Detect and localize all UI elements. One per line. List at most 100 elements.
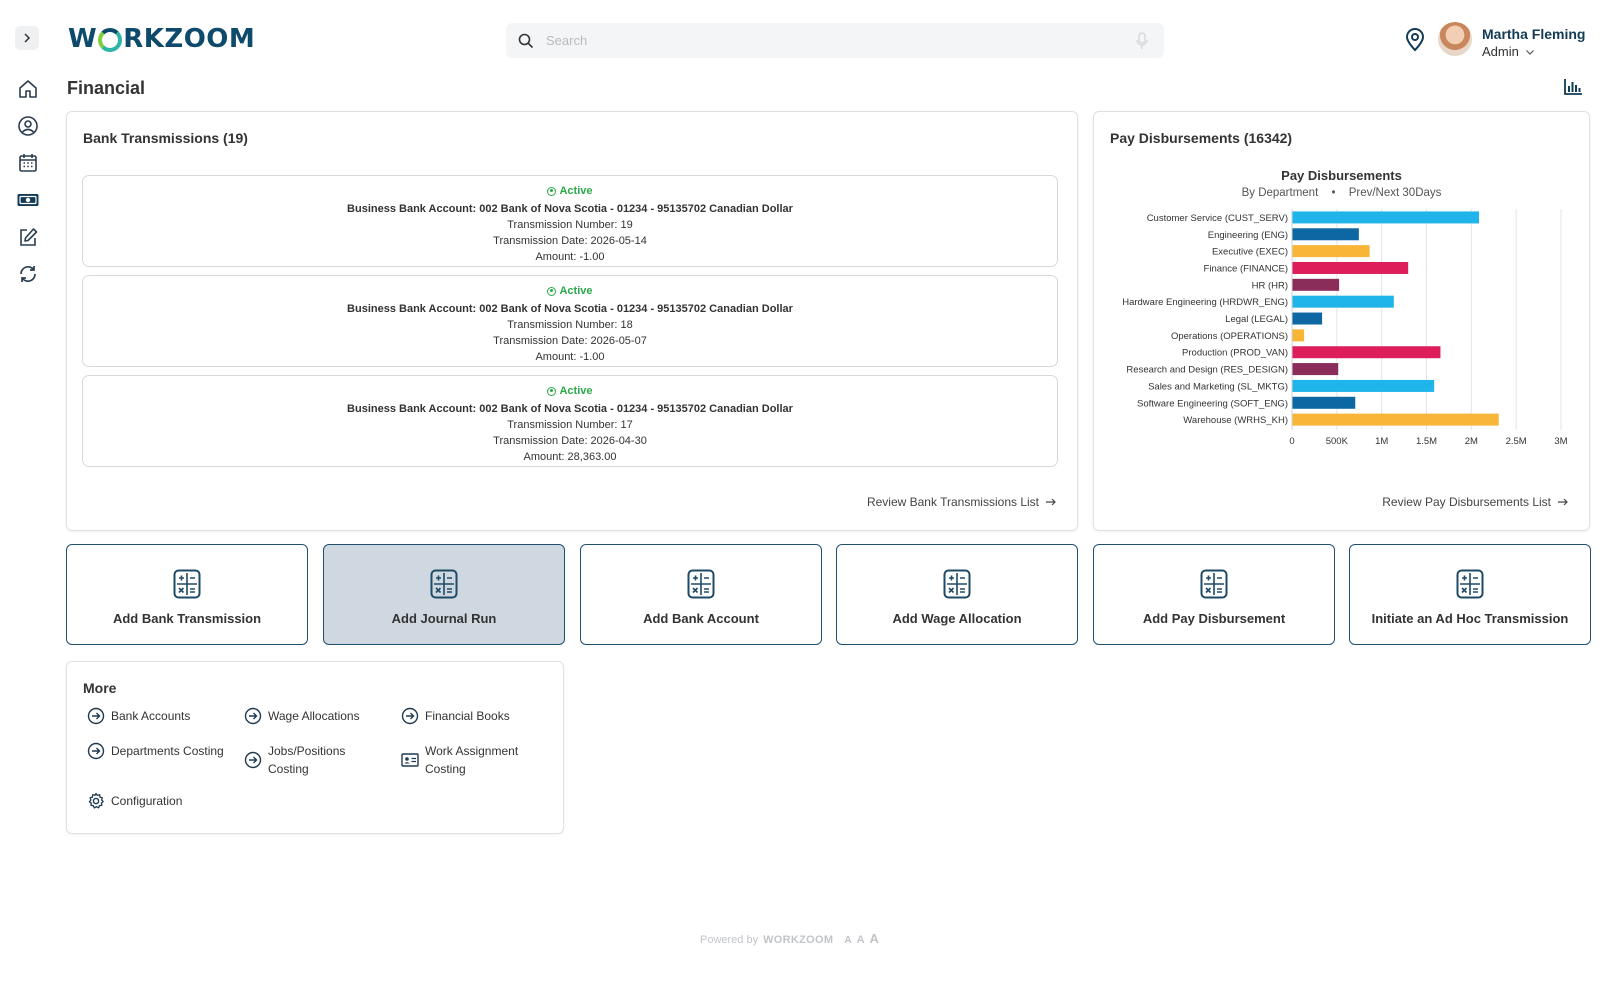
footer-brand: WORKZOOM <box>763 934 834 946</box>
home-icon <box>19 80 37 98</box>
bank-transmissions-title: Bank Transmissions (19) <box>83 130 248 146</box>
sidebar-item-sync[interactable] <box>16 262 40 286</box>
y-category-label: Production (PROD_VAN) <box>1182 348 1288 359</box>
font-size-large-button[interactable]: A <box>870 931 879 946</box>
chart-bar[interactable] <box>1292 245 1370 258</box>
more-link-wage-allocations[interactable]: Wage Allocations <box>244 707 360 725</box>
transmission-date: Transmission Date: 2026-05-14 <box>493 234 647 247</box>
arrow-circle-right-icon <box>87 742 105 760</box>
chart-bar[interactable] <box>1292 312 1323 325</box>
gear-icon <box>88 792 104 809</box>
user-role: Admin <box>1482 44 1519 59</box>
logo-text-left: W <box>68 24 98 54</box>
user-name[interactable]: Martha Fleming <box>1482 26 1585 42</box>
logo-o-mark <box>98 28 123 52</box>
chart-bar[interactable] <box>1292 346 1441 359</box>
more-link-configuration[interactable]: Configuration <box>87 792 182 810</box>
y-category-label: Engineering (ENG) <box>1208 230 1288 241</box>
sidebar-item-home[interactable] <box>16 77 40 101</box>
y-category-label: Research and Design (RES_DESIGN) <box>1126 365 1288 376</box>
money-icon <box>17 194 39 206</box>
transmission-account: Business Bank Account: 002 Bank of Nova … <box>347 202 793 215</box>
chart-bar[interactable] <box>1292 329 1305 342</box>
chart-bar[interactable] <box>1292 396 1356 409</box>
font-size-medium-button[interactable]: A <box>857 934 865 946</box>
x-tick-label: 500K <box>1326 436 1349 447</box>
initiate-ad-hoc-transmission-button[interactable]: Initiate an Ad Hoc Transmission <box>1349 544 1591 645</box>
add-wage-allocation-button[interactable]: Add Wage Allocation <box>836 544 1078 645</box>
calculator-icon <box>687 569 715 599</box>
x-tick-label: 1M <box>1375 436 1388 447</box>
chevron-right-icon <box>24 33 31 43</box>
chart-bar[interactable] <box>1292 261 1409 274</box>
chart-bar[interactable] <box>1292 211 1480 224</box>
x-tick-label: 2.5M <box>1506 436 1527 447</box>
y-category-label: Hardware Engineering (HRDWR_ENG) <box>1122 297 1288 308</box>
calculator-icon <box>173 569 201 599</box>
y-category-label: Legal (LEGAL) <box>1225 314 1288 325</box>
chart-bar[interactable] <box>1292 228 1359 241</box>
status-dot-icon <box>547 186 557 196</box>
microphone-icon[interactable] <box>1136 32 1148 50</box>
sidebar-item-edit[interactable] <box>16 225 40 249</box>
sidebar-item-calendar[interactable] <box>16 151 40 175</box>
edit-icon <box>20 228 38 246</box>
chart-bar[interactable] <box>1292 379 1435 392</box>
review-pay-disbursements-link[interactable]: Review Pay Disbursements List <box>1382 495 1569 509</box>
footer: Powered by WORKZOOM A A A <box>700 931 879 946</box>
avatar[interactable] <box>1438 22 1472 56</box>
calculator-icon <box>943 569 971 599</box>
arrow-circle-right-icon <box>244 751 262 769</box>
action-label: Add Wage Allocation <box>892 611 1022 626</box>
y-category-label: Sales and Marketing (SL_MKTG) <box>1148 381 1288 392</box>
arrow-right-icon <box>1046 498 1056 506</box>
transmission-item[interactable]: Active Business Bank Account: 002 Bank o… <box>82 275 1058 367</box>
sidebar-expand-button[interactable] <box>15 26 39 50</box>
status-dot-icon <box>547 386 557 396</box>
font-size-small-button[interactable]: A <box>844 935 851 946</box>
add-bank-account-button[interactable]: Add Bank Account <box>580 544 822 645</box>
workzoom-logo[interactable]: W RKZOOM <box>68 24 255 54</box>
calculator-icon <box>1456 569 1484 599</box>
transmission-number: Transmission Number: 18 <box>507 318 633 331</box>
more-link-departments-costing[interactable]: Departments Costing <box>87 742 224 760</box>
more-link-financial-books[interactable]: Financial Books <box>401 707 510 725</box>
action-label: Add Bank Transmission <box>112 611 262 626</box>
location-pin-icon[interactable] <box>1405 28 1425 52</box>
add-journal-run-button[interactable]: Add Journal Run <box>323 544 565 645</box>
transmission-item[interactable]: Active Business Bank Account: 002 Bank o… <box>82 175 1058 267</box>
logo-text-right: RKZOOM <box>123 24 256 54</box>
review-bank-transmissions-link[interactable]: Review Bank Transmissions List <box>867 495 1057 509</box>
bar-chart-icon[interactable] <box>1563 78 1583 96</box>
transmission-account: Business Bank Account: 002 Bank of Nova … <box>347 402 793 415</box>
more-link-work-assignment-costing[interactable]: Work Assignment Costing <box>401 742 541 778</box>
y-category-label: Operations (OPERATIONS) <box>1171 331 1288 342</box>
chart-bar[interactable] <box>1292 278 1340 291</box>
add-pay-disbursement-button[interactable]: Add Pay Disbursement <box>1093 544 1335 645</box>
transmission-item[interactable]: Active Business Bank Account: 002 Bank o… <box>82 375 1058 467</box>
y-category-label: Customer Service (CUST_SERV) <box>1147 213 1288 224</box>
chart-bar[interactable] <box>1292 413 1499 426</box>
y-category-label: Software Engineering (SOFT_ENG) <box>1137 398 1288 409</box>
transmission-amount: Amount: -1.00 <box>535 250 605 263</box>
review-bank-transmissions-label: Review Bank Transmissions List <box>866 495 1039 509</box>
more-link-label: Bank Accounts <box>111 709 191 723</box>
arrow-circle-right-icon <box>401 707 419 725</box>
sidebar-item-profile[interactable] <box>16 114 40 138</box>
chevron-down-icon <box>1525 49 1534 55</box>
more-link-bank-accounts[interactable]: Bank Accounts <box>87 707 190 725</box>
arrow-circle-right-icon <box>87 707 105 725</box>
more-link-label: Wage Allocations <box>268 709 360 723</box>
more-link-label: Work Assignment Costing <box>425 744 519 776</box>
status-badge: Active <box>547 183 593 199</box>
sidebar-item-financial[interactable] <box>16 188 40 212</box>
chart-bar[interactable] <box>1292 295 1394 308</box>
chart-bar[interactable] <box>1292 363 1339 376</box>
search-bar <box>506 23 1164 58</box>
user-role-dropdown[interactable]: Admin <box>1482 44 1535 59</box>
transmission-number: Transmission Number: 17 <box>507 418 633 431</box>
more-link-jobs-positions-costing[interactable]: Jobs/Positions Costing <box>244 742 374 778</box>
add-bank-transmission-button[interactable]: Add Bank Transmission <box>66 544 308 645</box>
review-pay-disbursements-label: Review Pay Disbursements List <box>1382 495 1551 509</box>
search-input[interactable] <box>546 33 1106 48</box>
